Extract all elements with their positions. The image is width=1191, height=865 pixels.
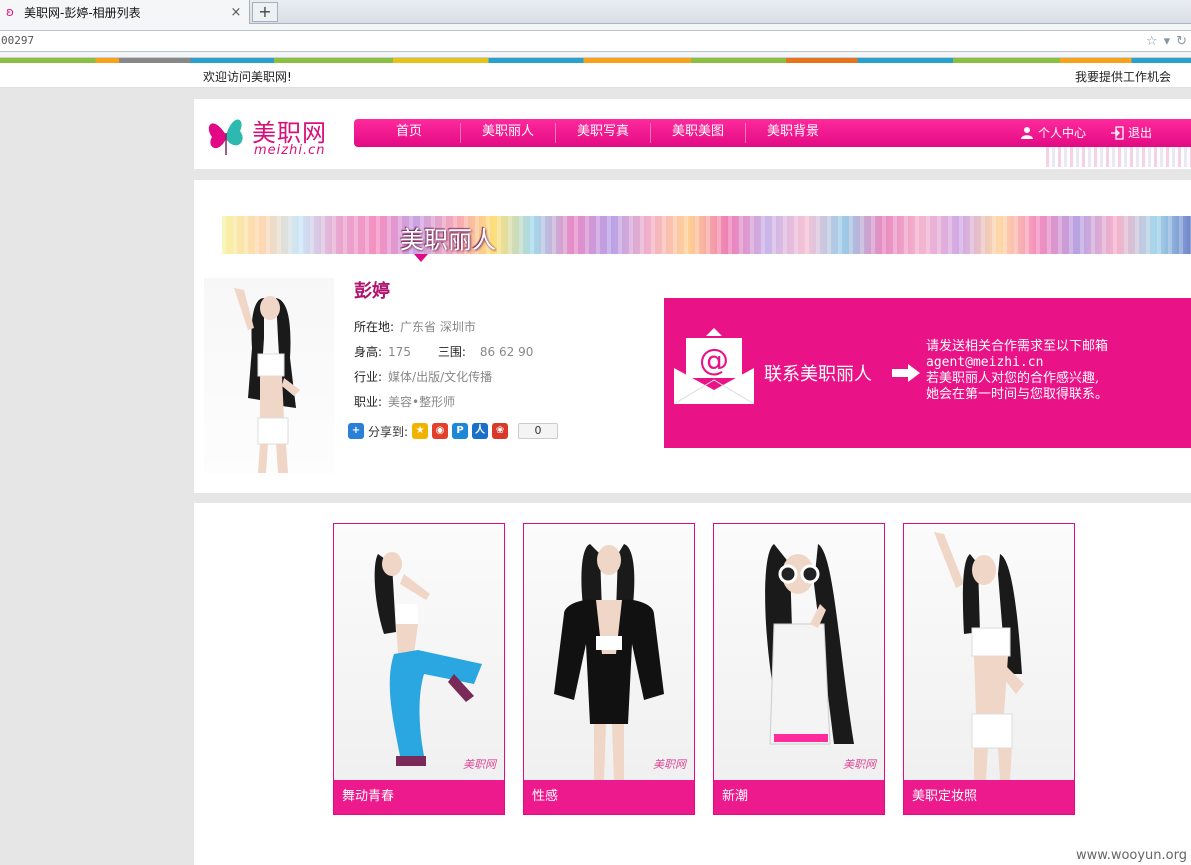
netease-icon[interactable]: ❀ — [492, 423, 509, 439]
job-label: 职业: — [354, 395, 383, 409]
nav-background[interactable]: 美职背景 — [745, 119, 841, 147]
model-figure — [234, 288, 300, 473]
renren-icon[interactable]: 人 — [472, 423, 489, 439]
logo-subtext: meizhi.cn — [254, 143, 326, 158]
qzone-icon[interactable]: ★ — [412, 423, 429, 439]
album-photo[interactable] — [334, 524, 504, 780]
person-name: 彭婷 — [354, 281, 390, 302]
site-watermark: www.wooyun.org — [1075, 848, 1187, 863]
nav-gallery[interactable]: 美职美图 — [650, 119, 746, 147]
browser-tab[interactable]: ʚ 美职网-彭婷-相册列表 × — [0, 0, 250, 24]
album-card[interactable]: 美职定妆照 — [903, 523, 1075, 815]
welcome-text: 欢迎访问美职网! — [203, 70, 292, 84]
nav-portrait[interactable]: 美职写真 — [555, 119, 651, 147]
banner-pointer — [414, 254, 428, 262]
album-caption[interactable]: 新潮 — [714, 780, 884, 814]
album-card[interactable]: 美职网 性感 — [523, 523, 695, 815]
album-caption[interactable]: 舞动青春 — [334, 780, 504, 814]
user-center-label: 个人中心 — [1038, 126, 1087, 140]
logout-link[interactable]: 退出 — [1110, 119, 1152, 147]
site-header: 美职网 meizhi.cn 首页 美职丽人 美职写真 美职美图 美职背景 个人中… — [194, 99, 1191, 169]
model-figure — [934, 532, 1024, 780]
nav-home[interactable]: 首页 — [354, 119, 464, 147]
album-watermark: 美职网 — [653, 758, 686, 771]
tab-title: 美职网-彭婷-相册列表 — [24, 5, 141, 20]
album-photo[interactable] — [524, 524, 694, 780]
logout-icon — [1111, 126, 1124, 140]
contact-label: 联系美职丽人 — [764, 364, 872, 385]
svg-text:@: @ — [699, 343, 729, 378]
nav-beauty[interactable]: 美职丽人 — [460, 119, 556, 147]
contact-line-1: 请发送相关合作需求至以下邮箱 — [926, 339, 1109, 354]
new-tab-button[interactable]: + — [252, 2, 278, 22]
mail-icon: @ — [674, 328, 754, 405]
browser-tab-bar: ʚ 美职网-彭婷-相册列表 × + — [0, 0, 1191, 24]
share-bar: + 分享到: ★ ◉ P 人 ❀ 0 — [348, 422, 559, 440]
provide-job-link[interactable]: 我要提供工作机会 — [1075, 68, 1171, 85]
location-row: 所在地: 广东省 深圳市 — [354, 318, 476, 335]
measure-value: 86 62 90 — [479, 345, 534, 359]
album-card[interactable]: 美职网 舞动青春 — [333, 523, 505, 815]
album-photo[interactable] — [904, 524, 1074, 780]
model-figure — [765, 544, 854, 745]
share-plus-icon[interactable]: + — [348, 423, 364, 439]
measure-label: 三围: — [437, 345, 466, 359]
album-card[interactable]: 美职网 新潮 — [713, 523, 885, 815]
reload-icon[interactable]: ↻ — [1176, 34, 1187, 49]
logout-label: 退出 — [1128, 126, 1153, 140]
height-value: 175 — [388, 345, 411, 359]
contact-instructions: 请发送相关合作需求至以下邮箱 agent@meizhi.cn 若美职丽人对您的合… — [926, 339, 1108, 403]
location-value: 广东省 深圳市 — [400, 320, 476, 334]
height-row: 身高: 175 三围: 86 62 90 — [354, 343, 533, 360]
url-input[interactable]: 00297 — [0, 30, 1191, 52]
album-caption[interactable]: 美职定妆照 — [904, 780, 1074, 814]
industry-label: 行业: — [354, 370, 383, 384]
album-watermark: 美职网 — [463, 758, 496, 771]
dropdown-icon[interactable]: ▾ — [1164, 34, 1171, 49]
share-label: 分享到: — [368, 424, 409, 439]
section-banner: 美职丽人 — [222, 216, 1191, 254]
share-count: 0 — [518, 423, 559, 439]
industry-row: 行业: 媒体/出版/文化传播 — [354, 368, 492, 385]
close-tab-icon[interactable]: × — [229, 5, 243, 20]
contact-box: @ 联系美职丽人 请发送相关合作需求至以下邮箱 agent@meizhi.cn … — [664, 298, 1191, 448]
album-gallery: 美职网 舞动青春 美职网 性感 美职网 新潮 美职定妆照 — [194, 503, 1191, 865]
user-center-link[interactable]: 个人中心 — [1020, 119, 1086, 147]
welcome-bar: 欢迎访问美职网! 我要提供工作机会 — [0, 63, 1191, 88]
tencent-weibo-icon[interactable]: P — [452, 423, 469, 439]
header-decoration — [1046, 147, 1191, 167]
model-figure — [374, 552, 482, 766]
industry-value: 媒体/出版/文化传播 — [388, 370, 493, 384]
butterfly-icon: ʚ — [6, 5, 14, 19]
butterfly-logo-icon — [208, 119, 243, 155]
weibo-icon[interactable]: ◉ — [432, 423, 449, 439]
arrow-right-icon — [892, 364, 920, 382]
user-icon — [1021, 127, 1033, 139]
location-label: 所在地: — [354, 320, 395, 334]
model-figure — [554, 544, 664, 780]
height-label: 身高: — [354, 345, 383, 359]
address-icons: ☆ ▾ ↻ — [1146, 30, 1187, 52]
contact-line-3: 若美职丽人对您的合作感兴趣, — [926, 371, 1100, 386]
album-caption[interactable]: 性感 — [524, 780, 694, 814]
contact-line-4: 她会在第一时间与您取得联系。 — [926, 387, 1109, 402]
address-bar: 00297 ☆ ▾ ↻ — [0, 24, 1191, 58]
job-row: 职业: 美容•整形师 — [354, 393, 455, 410]
banner-title: 美职丽人 — [400, 226, 496, 254]
profile-photo[interactable] — [204, 278, 334, 473]
site-logo[interactable]: 美职网 meizhi.cn — [204, 109, 344, 159]
star-icon[interactable]: ☆ — [1146, 34, 1158, 49]
main-nav: 首页 美职丽人 美职写真 美职美图 美职背景 个人中心 退出 — [354, 119, 1191, 147]
job-value: 美容•整形师 — [388, 395, 456, 409]
contact-email[interactable]: agent@meizhi.cn — [926, 355, 1108, 371]
profile-panel: 美职丽人 彭婷 所在地: 广东省 深圳市 身高: 175 三围: 86 62 90 行… — [194, 180, 1191, 493]
album-photo[interactable] — [714, 524, 884, 780]
album-watermark: 美职网 — [843, 758, 876, 771]
